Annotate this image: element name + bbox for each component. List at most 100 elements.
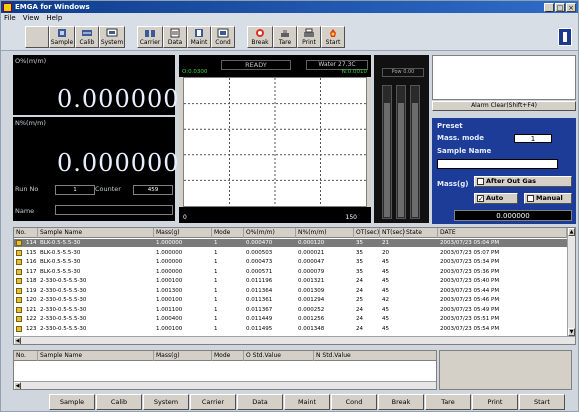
close-button[interactable]: × bbox=[566, 2, 576, 12]
toolbar-break-button[interactable]: Break bbox=[247, 26, 273, 48]
standard-header-cell[interactable]: O Std.Value bbox=[244, 351, 314, 361]
table-cell bbox=[404, 239, 438, 247]
app-icon bbox=[3, 2, 12, 12]
toolbar-data-button[interactable]: Data bbox=[163, 26, 187, 48]
results-header-cell[interactable]: N%(m/m) bbox=[296, 228, 354, 238]
bottom-start-button[interactable]: Start bbox=[519, 394, 565, 410]
table-row[interactable]: 115 BLK-0.5-5.5-30 1.000000 1 0.000503 0.0000… bbox=[14, 249, 567, 257]
scroll-left-icon[interactable]: ◀ bbox=[14, 337, 21, 344]
table-cell: 35 bbox=[356, 259, 363, 265]
info-icon[interactable] bbox=[558, 28, 572, 46]
toolbar-sample-button[interactable]: Sample bbox=[49, 26, 75, 48]
sample-name-field[interactable] bbox=[437, 159, 558, 169]
results-header-cell[interactable]: OT(sec) bbox=[354, 228, 380, 238]
table-row[interactable]: 116 BLK-0.5-5.5-30 1.000000 1 0.000473 0.0000… bbox=[14, 258, 567, 266]
mass-value: 0.000000 bbox=[454, 210, 572, 221]
auto-checkbox[interactable]: Auto bbox=[474, 193, 518, 204]
toolbar-carrier-label: Carrier bbox=[139, 39, 161, 46]
toolbar-system-button[interactable]: System bbox=[99, 26, 125, 48]
standard-header-cell[interactable]: N Std.Value bbox=[314, 351, 436, 361]
break-icon bbox=[256, 29, 264, 37]
table-cell: 0.011495 bbox=[246, 325, 273, 332]
table-cell: 1.000100 bbox=[156, 325, 183, 332]
table-cell: 35 bbox=[356, 240, 363, 246]
bottom-cond-button[interactable]: Cond bbox=[331, 394, 377, 410]
table-row[interactable]: 119 2-330-0.5-5.5-30 1.001300 1 0.011364 0.00… bbox=[14, 287, 567, 295]
table-cell: 0.001294 bbox=[298, 297, 325, 303]
manual-checkbox[interactable]: Manual bbox=[524, 193, 572, 204]
bottom-print-button[interactable]: Print bbox=[472, 394, 518, 410]
menu-file[interactable]: File bbox=[4, 14, 16, 22]
scroll-up-icon[interactable]: ▲ bbox=[568, 228, 575, 236]
toolbar-cond-button[interactable]: Cond bbox=[211, 26, 235, 48]
toolbar-tare-button[interactable]: Tare bbox=[273, 26, 297, 48]
bottom-system-button[interactable]: System bbox=[143, 394, 189, 410]
after-out-gas-checkbox[interactable]: After Out Gas bbox=[474, 176, 572, 187]
results-header-cell[interactable]: Sample Name bbox=[38, 228, 154, 238]
title-bar: EMGA for Windows _ □ × bbox=[1, 1, 578, 13]
table-row[interactable]: 120 2-330-0.5-5.5-30 1.000100 1 0.011361 0.00… bbox=[14, 296, 567, 304]
results-vertical-scrollbar[interactable]: ▲ ▼ bbox=[567, 228, 575, 336]
table-cell: 2-330-0.5-5.5-30 bbox=[40, 325, 87, 332]
preset-label: Preset bbox=[437, 122, 463, 130]
table-row[interactable]: 123 2-330-0.5-5.5-30 1.000100 1 0.011495 0.00… bbox=[14, 325, 567, 333]
table-row[interactable]: 114 BLK-0.5-5.5-30 1.000000 1 0.000470 0.0001… bbox=[14, 239, 567, 247]
toolbar-print-button[interactable]: Print bbox=[297, 26, 321, 48]
minimize-button[interactable]: _ bbox=[544, 2, 554, 12]
row-folder-icon bbox=[16, 325, 22, 332]
table-cell: 1 bbox=[214, 316, 218, 322]
menu-view[interactable]: View bbox=[23, 14, 40, 22]
results-header-cell[interactable]: State bbox=[404, 228, 438, 238]
table-cell: 1.001300 bbox=[156, 287, 183, 294]
standard-header-cell[interactable]: No. bbox=[14, 351, 38, 361]
standard-horizontal-scrollbar[interactable]: ◀ bbox=[14, 381, 436, 389]
n-unit-label: N%(m/m) bbox=[15, 119, 46, 127]
toolbar-maint-button[interactable]: Maint bbox=[187, 26, 211, 48]
maximize-button[interactable]: □ bbox=[555, 2, 565, 12]
bottom-tare-button[interactable]: Tare bbox=[425, 394, 471, 410]
table-cell: 45 bbox=[382, 316, 389, 322]
standard-header-cell[interactable]: Sample Name bbox=[38, 351, 154, 361]
table-row[interactable]: 121 2-330-0.5-5.5-30 1.001100 1 0.011367 0.00… bbox=[14, 306, 567, 314]
bottom-carrier-button[interactable]: Carrier bbox=[190, 394, 236, 410]
start-icon bbox=[330, 29, 336, 37]
results-header-cell[interactable]: No. bbox=[14, 228, 38, 238]
mass-mode-field[interactable]: 1 bbox=[514, 134, 552, 143]
menu-help[interactable]: Help bbox=[46, 14, 62, 22]
bottom-break-button[interactable]: Break bbox=[378, 394, 424, 410]
table-row[interactable]: 117 BLK-0.5-5.5-30 1.000000 1 0.000571 0.0000… bbox=[14, 268, 567, 276]
results-header-cell[interactable]: Mass(g) bbox=[154, 228, 212, 238]
toolbar-start-button[interactable]: Start bbox=[321, 26, 345, 48]
n-value: 0.000000 bbox=[57, 149, 180, 177]
table-row[interactable]: 122 2-330-0.5-5.5-30 1.000400 1 0.011449 0.00… bbox=[14, 315, 567, 323]
toolbar-start-label: Start bbox=[325, 39, 341, 46]
table-row[interactable]: 118 2-330-0.5-5.5-30 1.000100 1 0.011196 0.00… bbox=[14, 277, 567, 285]
standard-header-cell[interactable]: Mass(g) bbox=[154, 351, 212, 361]
bottom-maint-button[interactable]: Maint bbox=[284, 394, 330, 410]
after-out-gas-label: After Out Gas bbox=[486, 177, 536, 185]
toolbar-break-label: Break bbox=[251, 39, 269, 46]
toolbar-carrier-button[interactable]: Carrier bbox=[137, 26, 163, 48]
toolbar-calib-button[interactable]: Calib bbox=[75, 26, 99, 48]
table-cell: 116 bbox=[26, 259, 37, 265]
toolbar-blank-button[interactable] bbox=[25, 26, 49, 48]
bottom-sample-button[interactable]: Sample bbox=[49, 394, 95, 410]
chart-header: READY Water 27.3C O:0.0300 N:0.0010 bbox=[179, 55, 371, 77]
alarm-clear-button[interactable]: Alarm Clear(Shift+F4) bbox=[432, 101, 576, 111]
std-scroll-left-icon[interactable]: ◀ bbox=[14, 382, 21, 389]
table-cell bbox=[404, 325, 438, 333]
results-header-cell[interactable]: NT(sec) bbox=[380, 228, 405, 238]
results-header-cell[interactable]: Mode bbox=[212, 228, 244, 238]
results-header-cell[interactable]: DATE bbox=[438, 228, 567, 238]
table-cell: 25 bbox=[356, 297, 363, 303]
bottom-calib-button[interactable]: Calib bbox=[96, 394, 142, 410]
table-cell: 0.001256 bbox=[298, 316, 325, 322]
standard-header-cell[interactable]: Mode bbox=[212, 351, 244, 361]
o-value: 0.000000 bbox=[57, 85, 180, 113]
table-cell: BLK-0.5-5.5-30 bbox=[40, 240, 81, 246]
bottom-data-button[interactable]: Data bbox=[237, 394, 283, 410]
o-readout-panel: O%(m/m) 0.000000 bbox=[13, 55, 179, 115]
results-horizontal-scrollbar[interactable]: ◀ bbox=[14, 336, 575, 344]
results-header-cell[interactable]: O%(m/m) bbox=[244, 228, 296, 238]
scroll-down-icon[interactable]: ▼ bbox=[568, 328, 575, 336]
